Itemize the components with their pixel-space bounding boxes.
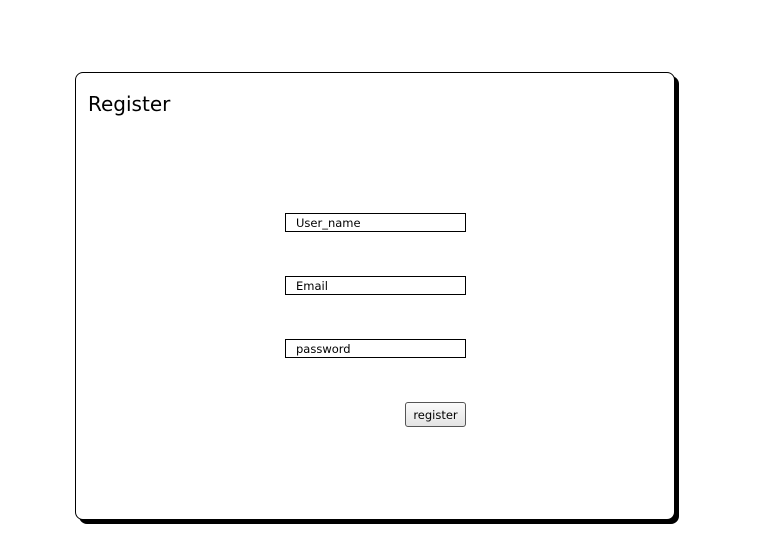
username-input[interactable] xyxy=(285,213,466,232)
email-input[interactable] xyxy=(285,276,466,295)
page-title: Register xyxy=(88,92,171,116)
register-card xyxy=(75,72,675,520)
password-input[interactable] xyxy=(285,339,466,358)
register-button[interactable]: register xyxy=(405,402,466,427)
